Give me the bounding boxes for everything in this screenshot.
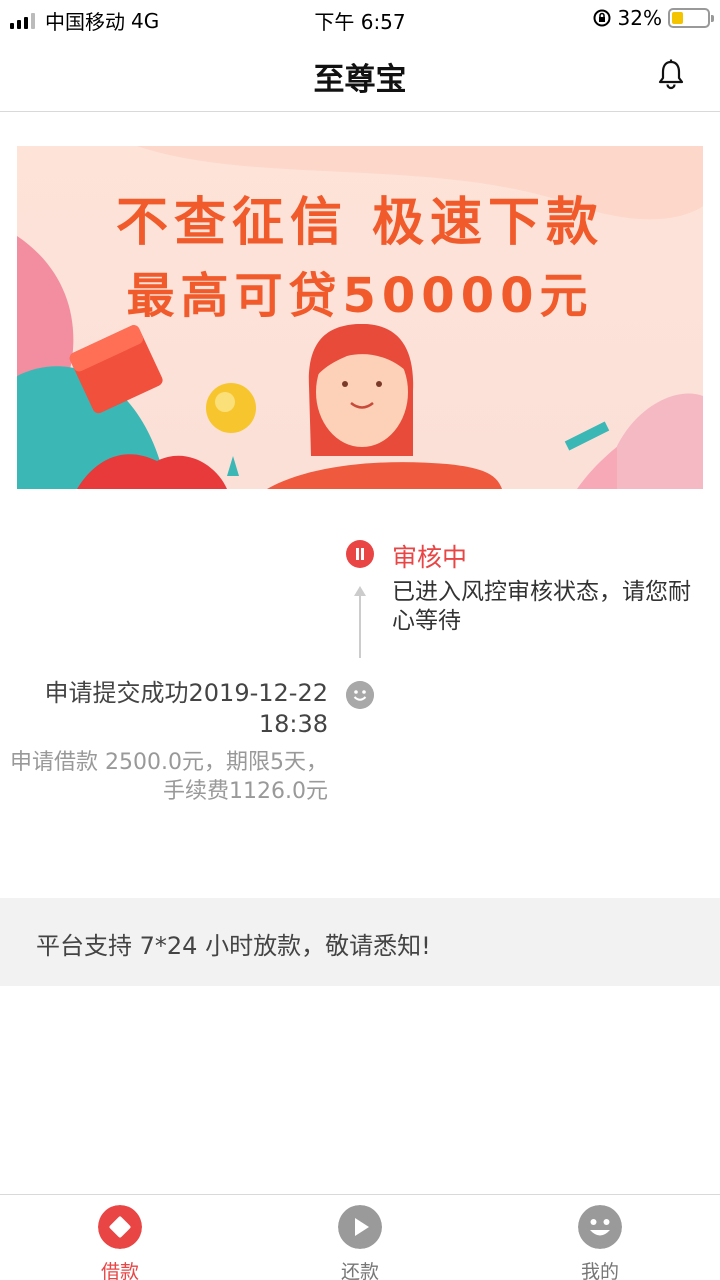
- submit-detail: 申请借款 2500.0元，期限5天，手续费1126.0元: [10, 750, 328, 804]
- tab-loan-label: 借款: [100, 1261, 139, 1280]
- banner-headline: 不查征信 极速下款: [115, 193, 605, 253]
- profile-smile-icon: [578, 1205, 622, 1249]
- battery-icon: [668, 8, 714, 28]
- submit-title: 申请提交成功: [44, 679, 189, 707]
- orientation-lock-icon: [593, 9, 611, 27]
- tab-loan[interactable]: 借款: [60, 1205, 180, 1280]
- bell-icon[interactable]: [656, 58, 686, 90]
- promo-banner[interactable]: 不查征信 极速下款 最高可贷50000元: [17, 146, 703, 489]
- tab-repay-label: 还款: [340, 1261, 379, 1280]
- tab-repay[interactable]: 还款: [300, 1205, 420, 1280]
- review-status: 审核中: [392, 543, 468, 572]
- page-title: 至尊宝: [313, 62, 407, 98]
- submit-info: 申请提交成功2019-12-22 18:38: [8, 678, 328, 740]
- pause-icon: [346, 540, 374, 568]
- submit-time: 2019-12-22 18:38: [188, 679, 328, 738]
- play-icon: [338, 1205, 382, 1249]
- status-bar: 中国移动 4G 下午 6:57 32%: [0, 0, 720, 36]
- notice-bar: 平台支持 7*24 小时放款，敬请悉知!: [0, 898, 720, 986]
- smile-icon: [346, 681, 374, 709]
- nav-bar: 至尊宝: [0, 36, 720, 112]
- tab-mine[interactable]: 我的: [540, 1205, 660, 1280]
- banner-subheadline: 最高可贷50000元: [126, 268, 594, 324]
- review-description: 已进入风控审核状态，请您耐心等待: [392, 579, 691, 634]
- battery-percent: 32%: [617, 6, 662, 30]
- notice-text: 平台支持 7*24 小时放款，敬请悉知!: [36, 932, 431, 960]
- tab-mine-label: 我的: [580, 1261, 619, 1280]
- tab-bar: 借款 还款 我的: [0, 1194, 720, 1280]
- loan-icon: [98, 1205, 142, 1249]
- timeline-connector: [359, 594, 361, 658]
- application-timeline: 审核中 已进入风控审核状态，请您耐心等待 申请提交成功2019-12-22 18…: [0, 520, 720, 840]
- status-right: 32%: [592, 6, 714, 30]
